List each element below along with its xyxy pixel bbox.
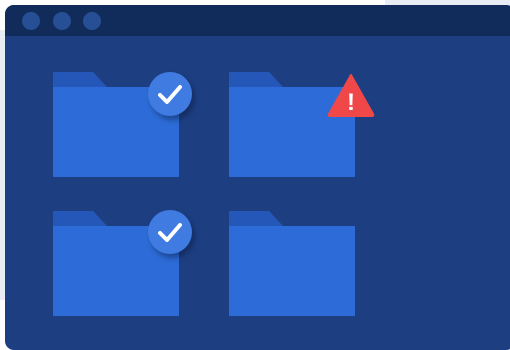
sync-complete-badge bbox=[148, 72, 192, 116]
folder-item-4[interactable] bbox=[229, 211, 355, 316]
window-close-dot[interactable] bbox=[22, 12, 40, 30]
warning-symbol: ! bbox=[347, 89, 355, 116]
window-minimize-dot[interactable] bbox=[53, 12, 71, 30]
warning-icon: ! bbox=[327, 74, 375, 117]
window-titlebar bbox=[5, 5, 510, 36]
warning-badge: ! bbox=[326, 72, 376, 118]
sync-complete-badge bbox=[148, 210, 192, 254]
app-window: ! bbox=[5, 5, 510, 350]
folder-icon bbox=[229, 211, 355, 316]
checkmark-icon bbox=[158, 85, 182, 104]
checkmark-icon bbox=[158, 223, 182, 242]
window-maximize-dot[interactable] bbox=[83, 12, 101, 30]
